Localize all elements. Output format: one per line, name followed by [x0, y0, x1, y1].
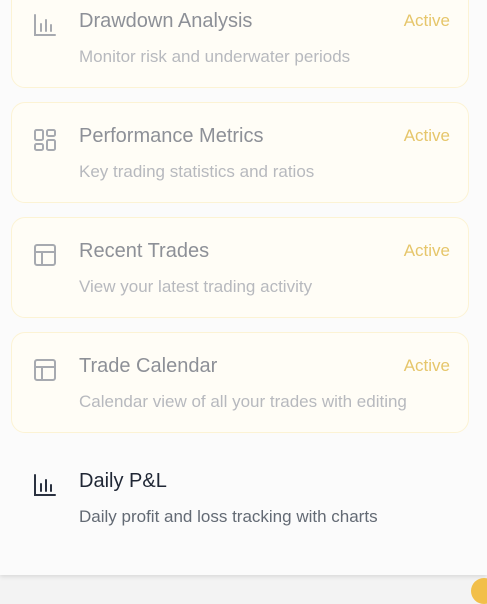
bar-chart-icon	[31, 471, 59, 499]
widget-card-trade-calendar[interactable]: Trade Calendar Calendar view of all your…	[11, 332, 469, 433]
widget-description: View your latest trading activity	[79, 277, 313, 296]
widget-card-daily-pnl[interactable]: Daily P&L Daily profit and loss tracking…	[11, 447, 469, 548]
widget-title: Daily P&L	[79, 470, 167, 492]
widget-status-badge: Active	[403, 356, 450, 375]
widget-card-recent-trades[interactable]: Recent Trades View your latest trading a…	[11, 217, 469, 318]
widget-card-performance-metrics[interactable]: Performance Metrics Key trading statisti…	[11, 102, 469, 203]
widget-title: Recent Trades	[79, 240, 210, 262]
widget-description: Monitor risk and underwater periods	[79, 47, 351, 66]
layout-panel-icon	[31, 241, 59, 269]
widget-status-badge: Active	[403, 126, 450, 145]
widget-description: Key trading statistics and ratios	[79, 162, 315, 181]
widget-description: Calendar view of all your trades with ed…	[79, 392, 407, 411]
widget-status-badge: Active	[403, 241, 450, 260]
layout-panel-icon	[31, 356, 59, 384]
floating-action-badge[interactable]	[471, 578, 487, 604]
widget-card-drawdown-analysis[interactable]: Drawdown Analysis Monitor risk and under…	[11, 0, 469, 88]
widget-title: Performance Metrics	[79, 125, 264, 147]
widget-title: Trade Calendar	[79, 355, 218, 377]
widget-description: Daily profit and loss tracking with char…	[79, 507, 378, 526]
widget-list-panel: Drawdown Analysis Monitor risk and under…	[0, 0, 487, 575]
widget-title: Drawdown Analysis	[79, 10, 253, 32]
bar-chart-icon	[31, 11, 59, 39]
dashboard-grid-icon	[31, 126, 59, 154]
widget-status-badge: Active	[403, 11, 450, 30]
